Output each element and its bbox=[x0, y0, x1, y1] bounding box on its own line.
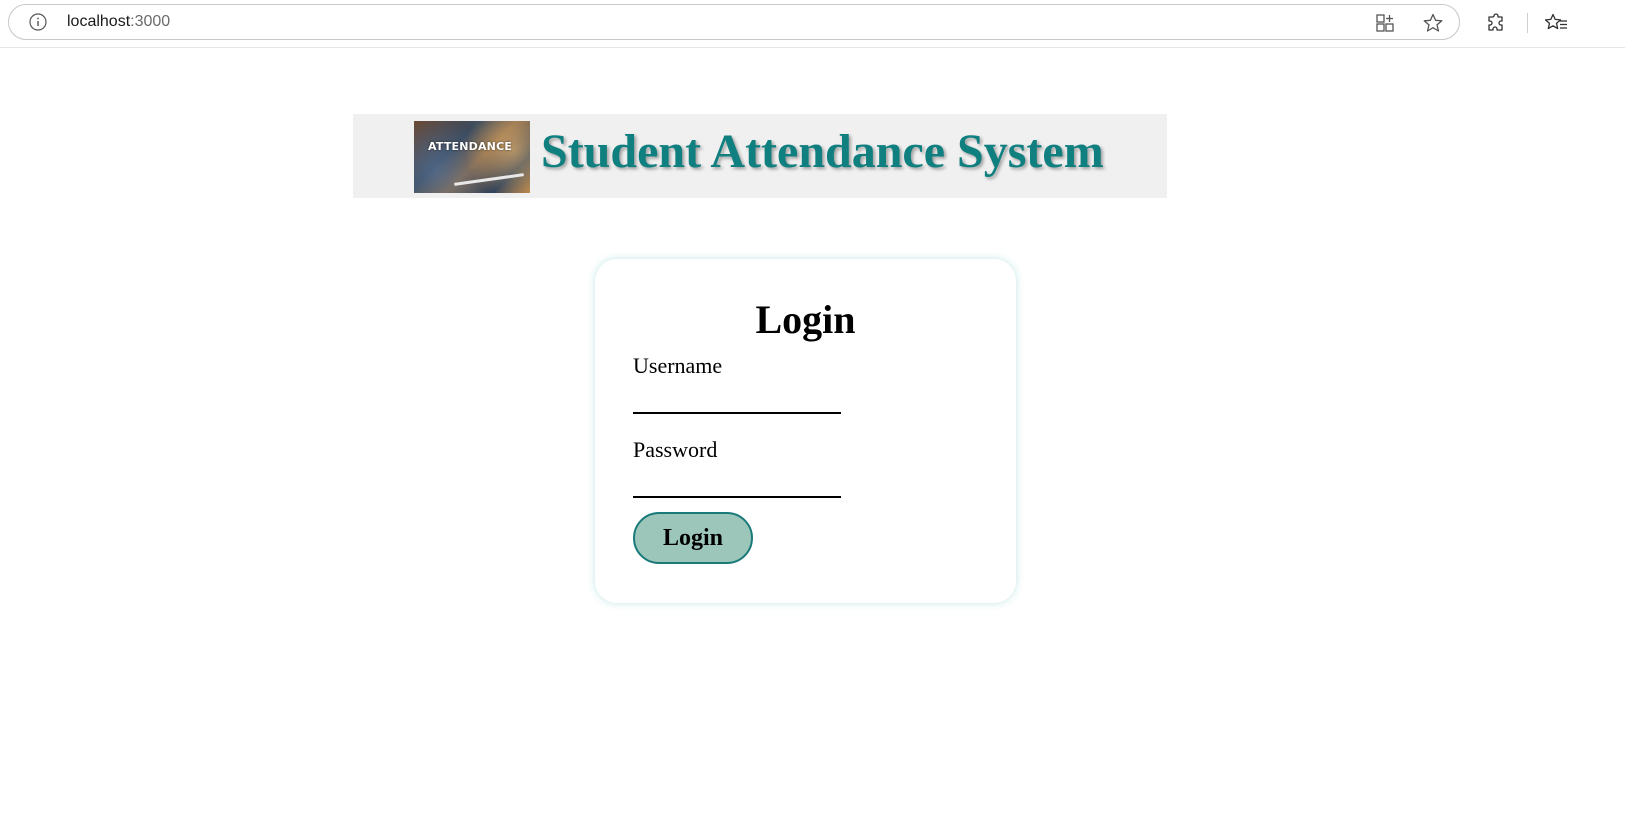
info-icon[interactable] bbox=[29, 13, 47, 31]
url-port: :3000 bbox=[130, 13, 171, 30]
password-input[interactable] bbox=[633, 470, 841, 498]
username-label: Username bbox=[633, 353, 723, 378]
page-title: Student Attendance System bbox=[541, 125, 1104, 178]
url-host: localhost bbox=[67, 13, 131, 30]
header-banner: ATTENDANCE Student Attendance System bbox=[353, 114, 1167, 198]
login-button[interactable]: Login bbox=[633, 512, 753, 564]
toolbar-divider bbox=[1527, 13, 1528, 33]
address-bar[interactable]: localhost:3000 bbox=[8, 4, 1460, 40]
password-label: Password bbox=[633, 437, 718, 462]
url-text[interactable]: localhost:3000 bbox=[67, 13, 170, 31]
browser-toolbar: localhost:3000 bbox=[0, 0, 1625, 48]
attendance-logo-image: ATTENDANCE bbox=[414, 121, 530, 193]
favorites-icon[interactable] bbox=[1545, 12, 1567, 34]
logo-text: ATTENDANCE bbox=[428, 140, 513, 153]
login-card: Login Username Password Login bbox=[595, 259, 1016, 603]
username-input[interactable] bbox=[633, 386, 841, 414]
login-heading: Login bbox=[755, 297, 856, 342]
extensions-icon[interactable] bbox=[1486, 12, 1508, 34]
star-icon[interactable] bbox=[1422, 12, 1444, 34]
app-grid-icon[interactable] bbox=[1374, 12, 1396, 34]
